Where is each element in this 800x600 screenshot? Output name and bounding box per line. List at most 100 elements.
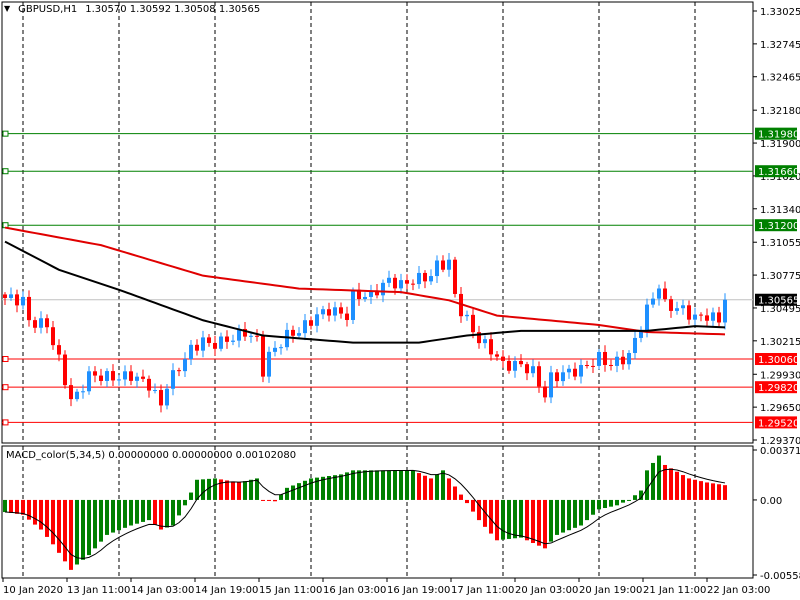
macd-bar — [465, 499, 469, 504]
macd-bar — [603, 499, 607, 509]
macd-bar — [693, 479, 697, 500]
macd-bar — [681, 475, 685, 500]
candle-down — [159, 390, 163, 406]
macd-bar — [231, 481, 235, 500]
candle-down — [609, 364, 613, 366]
candle-up — [39, 318, 43, 328]
candle-up — [435, 260, 439, 277]
time-label: 14 Jan 03:00 — [131, 585, 194, 596]
candle-down — [345, 313, 349, 320]
candle-up — [105, 371, 109, 381]
macd-bar — [33, 499, 37, 525]
price-chart[interactable]: 1.33025 1.32745 1.32465 1.32180 1.31900 1.316… — [0, 0, 800, 600]
macd-bar — [723, 485, 727, 500]
candle-up — [183, 359, 187, 372]
macd-bar — [159, 499, 163, 530]
candle-down — [453, 259, 457, 294]
candle-up — [447, 259, 451, 270]
candle-down — [27, 296, 31, 321]
macd-bar — [555, 499, 559, 535]
dropdown-triangle-icon[interactable]: ▼ — [4, 4, 10, 15]
candle-up — [231, 340, 235, 342]
price-tick-label: 1.29930 — [760, 370, 800, 381]
candle-down — [129, 371, 133, 381]
candle-down — [261, 336, 265, 377]
macd-bar — [585, 499, 589, 521]
time-label: 14 Jan 19:00 — [195, 585, 258, 596]
macd-bar — [561, 499, 565, 533]
macd-bar — [105, 499, 109, 535]
time-label: 17 Jan 11:00 — [451, 585, 514, 596]
candle-up — [267, 351, 271, 377]
level-handle — [2, 356, 9, 363]
candle-down — [309, 320, 313, 326]
macd-bar — [129, 499, 133, 526]
candle-down — [327, 309, 331, 316]
macd-bar — [93, 499, 97, 549]
macd-bar — [591, 499, 595, 515]
candle-up — [285, 329, 289, 348]
time-label: 21 Jan 11:00 — [643, 585, 706, 596]
candle-up — [21, 296, 25, 306]
macd-bar — [615, 499, 619, 506]
candle-up — [201, 337, 205, 351]
candle-up — [123, 371, 127, 380]
candle-down — [621, 356, 625, 365]
candle-down — [501, 356, 505, 361]
macd-bar — [111, 499, 115, 533]
candle-down — [717, 312, 721, 323]
time-label: 20 Jan 19:00 — [579, 585, 642, 596]
price-tick-label: 1.29650 — [760, 403, 800, 414]
candle-up — [117, 379, 121, 381]
macd-bar — [495, 499, 499, 541]
level-price-label: 1.31980 — [758, 130, 799, 141]
candle-down — [441, 260, 445, 270]
macd-bar — [21, 499, 25, 515]
candle-up — [465, 314, 469, 317]
macd-bar — [147, 499, 151, 521]
macd-bar — [435, 474, 439, 500]
macd-bar — [243, 481, 247, 500]
time-label: 16 Jan 03:00 — [323, 585, 386, 596]
candle-down — [255, 335, 259, 337]
candle-up — [315, 314, 319, 326]
macd-bar — [447, 478, 451, 500]
symbol-label: GBPUSD,H1 — [18, 4, 78, 15]
candle-down — [591, 365, 595, 367]
time-label: 16 Jan 19:00 — [387, 585, 450, 596]
macd-bar — [225, 480, 229, 500]
macd-bar — [423, 475, 427, 500]
candle-down — [147, 378, 151, 391]
candle-up — [363, 296, 367, 299]
macd-bar — [525, 499, 529, 541]
candle-up — [87, 371, 91, 392]
price-tick-label: 1.30775 — [760, 271, 800, 282]
candle-down — [573, 368, 577, 377]
candle-down — [669, 299, 673, 311]
macd-bar — [687, 478, 691, 500]
candle-up — [483, 339, 487, 344]
price-tick-label: 1.31055 — [760, 238, 800, 249]
candle-up — [189, 344, 193, 360]
candle-up — [381, 282, 385, 296]
price-tick-label: 1.32180 — [760, 106, 800, 117]
candle-down — [519, 361, 523, 365]
macd-bar — [471, 499, 475, 512]
candle-up — [279, 347, 283, 349]
candle-up — [711, 312, 715, 321]
chart-header: ▼ GBPUSD,H1 1.30570 1.30592 1.30508 1.30… — [4, 4, 260, 15]
macd-bar — [69, 499, 73, 570]
macd-bar — [87, 499, 91, 556]
macd-tick-label: -0.005581 — [760, 571, 800, 582]
candle-up — [615, 356, 619, 366]
macd-bar — [99, 499, 103, 542]
candle-down — [489, 339, 493, 355]
macd-bar — [501, 499, 505, 540]
macd-bar — [123, 499, 127, 528]
macd-bar — [201, 479, 205, 500]
candle-down — [111, 371, 115, 381]
candle-down — [33, 320, 37, 328]
macd-bar — [633, 495, 637, 500]
macd-bar — [549, 499, 553, 542]
candle-up — [273, 347, 277, 352]
